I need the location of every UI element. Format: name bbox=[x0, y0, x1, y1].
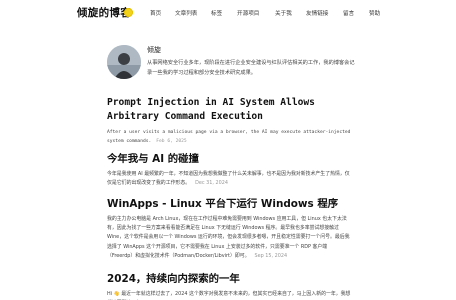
post-item: 2024，持续向内探索的一年 Hi 👋 最近一年就这样过去了，2024 这个数字… bbox=[107, 272, 353, 300]
post-summary-text: 我的主力办公电脑是 Arch Linux，现在在工作过程中难免需要用到 Wind… bbox=[107, 216, 350, 259]
post-date: Sep 15, 2024 bbox=[254, 252, 288, 259]
avatar bbox=[107, 45, 141, 79]
site-header: 倾旋的博客 首页 文章列表 标签 开源项目 关于我 友情链接 留言 赞助 bbox=[0, 0, 456, 26]
site-title[interactable]: 倾旋的博客 bbox=[77, 5, 131, 20]
nav-item-projects[interactable]: 开源项目 bbox=[237, 9, 259, 17]
post-title[interactable]: Prompt Injection in AI System Allows Arb… bbox=[107, 96, 353, 124]
post-summary: 我的主力办公电脑是 Arch Linux，现在在工作过程中难免需要用到 Wind… bbox=[107, 215, 353, 261]
post-date: Feb 6, 2025 bbox=[156, 139, 187, 145]
post-summary-text: Hi 👋 最近一年就这样过去了，2024 这个数字对我发意不未来的，但其实已经来… bbox=[107, 291, 351, 297]
nav-item-friends[interactable]: 友情链接 bbox=[306, 9, 328, 17]
sun-emoji-icon bbox=[124, 8, 133, 17]
post-item: WinApps - Linux 平台下运行 Windows 程序 我的主力办公电… bbox=[107, 197, 353, 261]
post-item: Prompt Injection in AI System Allows Arb… bbox=[107, 96, 353, 146]
nav-item-about[interactable]: 关于我 bbox=[275, 9, 292, 17]
post-item: 今年我与 AI 的碰撞 今年是我使用 AI 最频繁的一年，不知道因为我想我做整了… bbox=[107, 152, 353, 188]
post-title[interactable]: WinApps - Linux 平台下运行 Windows 程序 bbox=[107, 197, 353, 211]
post-summary: After a user visits a malicious page via… bbox=[107, 128, 353, 146]
author-bio: 从事网络安全行业多年，现阶段在进行企业安全建设与红队评估相关的工作，我的博客会记… bbox=[147, 60, 355, 76]
nav-item-posts[interactable]: 文章列表 bbox=[175, 9, 197, 17]
post-date: Dec 31, 2024 bbox=[195, 180, 228, 187]
post-summary: 今年是我使用 AI 最频繁的一年，不知道因为我想我做整了什么关未解事，也不是因为… bbox=[107, 170, 353, 188]
post-title[interactable]: 今年我与 AI 的碰撞 bbox=[107, 152, 353, 166]
nav-item-home[interactable]: 首页 bbox=[150, 9, 161, 17]
nav-item-guestbook[interactable]: 留言 bbox=[343, 9, 354, 17]
post-summary-text: 今年是我使用 AI 最频繁的一年，不知道因为我想我做整了什么关未解事，也不是因为… bbox=[107, 171, 350, 187]
nav-item-tags[interactable]: 标签 bbox=[211, 9, 222, 17]
post-summary-text: After a user visits a malicious page via… bbox=[107, 130, 351, 145]
post-summary: Hi 👋 最近一年就这样过去了，2024 这个数字对我发意不未来的，但其实已经来… bbox=[107, 290, 353, 300]
nav-item-sponsor[interactable]: 赞助 bbox=[369, 9, 380, 17]
post-title[interactable]: 2024，持续向内探索的一年 bbox=[107, 272, 353, 286]
author-name: 倾旋 bbox=[147, 46, 161, 54]
